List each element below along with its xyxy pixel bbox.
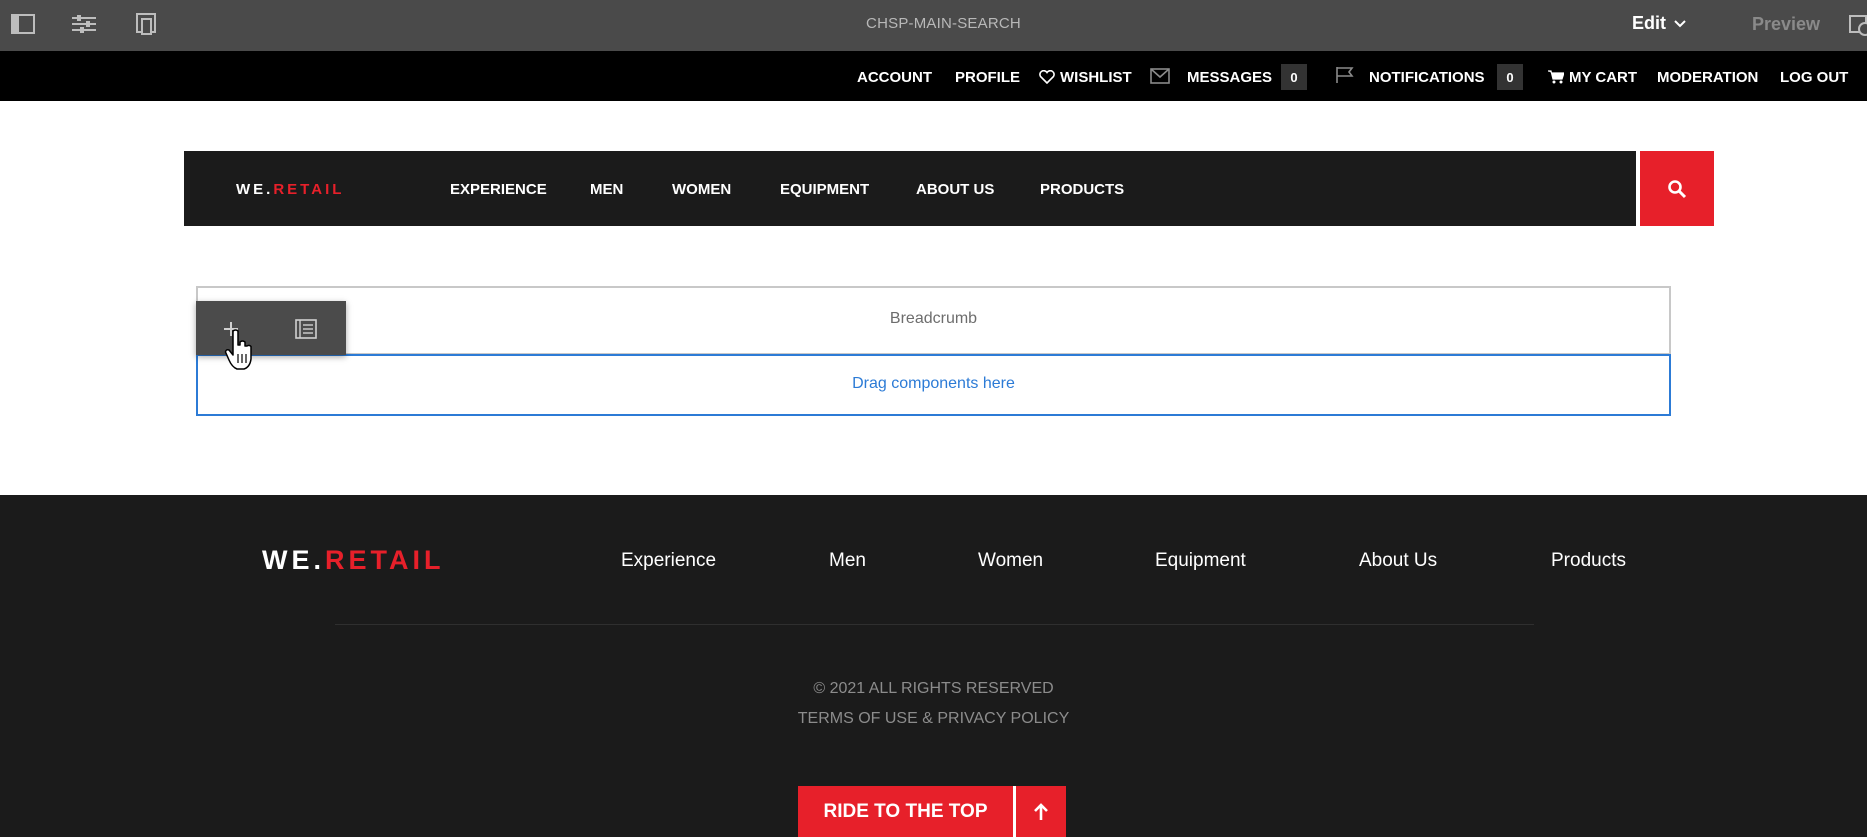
nav-link-women[interactable]: WOMEN xyxy=(672,181,731,198)
nav-link-about-us[interactable]: ABOUT US xyxy=(916,181,994,198)
heart-icon xyxy=(1039,70,1055,84)
notifications-link[interactable]: NOTIFICATIONS xyxy=(1369,68,1485,86)
footer-link-equipment[interactable]: Equipment xyxy=(1155,550,1246,572)
footer-link-women[interactable]: Women xyxy=(978,550,1043,572)
layout-list-icon xyxy=(295,319,317,339)
edit-mode-label: Edit xyxy=(1632,13,1666,33)
terms-privacy-link[interactable]: TERMS OF USE & PRIVACY POLICY xyxy=(0,710,1867,728)
preview-button[interactable]: Preview xyxy=(1752,14,1820,35)
edit-mode-dropdown[interactable]: Edit xyxy=(1632,13,1686,34)
logout-link[interactable]: LOG OUT xyxy=(1780,68,1848,86)
footer-logo[interactable]: WE.RETAIL xyxy=(262,545,445,576)
main-navigation: WE.RETAIL EXPERIENCE MEN WOMEN EQUIPMENT… xyxy=(184,151,1640,226)
user-account-bar: ACCOUNT PROFILE WISHLIST MESSAGES 0 NOTI… xyxy=(0,51,1867,101)
component-toolbar xyxy=(196,301,346,355)
arrow-up-icon xyxy=(1013,786,1066,837)
we-retail-logo[interactable]: WE.RETAIL xyxy=(236,181,344,198)
component-drop-zone[interactable]: Drag components here xyxy=(196,354,1671,416)
profile-link[interactable]: PROFILE xyxy=(955,68,1020,86)
breadcrumb-component[interactable]: Breadcrumb xyxy=(196,286,1671,355)
footer-divider xyxy=(335,624,1534,625)
footer-link-men[interactable]: Men xyxy=(829,550,866,572)
my-cart-link[interactable]: MY CART xyxy=(1548,68,1637,86)
back-to-top-button[interactable]: RIDE TO THE TOP xyxy=(798,786,1066,837)
moderation-link[interactable]: MODERATION xyxy=(1657,68,1758,86)
account-link[interactable]: ACCOUNT xyxy=(857,68,932,86)
wishlist-link[interactable]: WISHLIST xyxy=(1039,68,1132,86)
wishlist-label: WISHLIST xyxy=(1060,68,1132,86)
nav-link-equipment[interactable]: EQUIPMENT xyxy=(780,181,869,198)
footer-link-products[interactable]: Products xyxy=(1551,550,1626,572)
footer-logo-red: RETAIL xyxy=(325,545,445,575)
nav-link-experience[interactable]: EXPERIENCE xyxy=(450,181,547,198)
messages-count-badge: 0 xyxy=(1281,64,1307,90)
editor-toolbar: CHSP-MAIN-SEARCH Edit Preview xyxy=(0,0,1867,51)
cart-icon xyxy=(1548,70,1564,84)
annotations-icon[interactable] xyxy=(1848,14,1867,36)
breadcrumb-placeholder: Breadcrumb xyxy=(889,310,978,327)
footer-link-experience[interactable]: Experience xyxy=(621,550,716,572)
logo-text-red: RETAIL xyxy=(273,181,345,198)
back-to-top-label: RIDE TO THE TOP xyxy=(823,800,988,822)
footer-logo-white: WE. xyxy=(262,545,325,575)
chevron-down-icon xyxy=(1674,19,1686,27)
logo-text-white: WE. xyxy=(236,181,274,198)
search-button[interactable] xyxy=(1640,151,1714,226)
flag-icon xyxy=(1336,67,1354,83)
my-cart-label: MY CART xyxy=(1569,68,1638,86)
hand-cursor-icon xyxy=(224,329,252,370)
drop-zone-label: Drag components here xyxy=(852,375,1015,392)
copyright-text: © 2021 ALL RIGHTS RESERVED xyxy=(813,680,1054,697)
nav-link-products[interactable]: PRODUCTS xyxy=(1040,181,1124,198)
notifications-count-badge: 0 xyxy=(1497,64,1523,90)
page-title: CHSP-MAIN-SEARCH xyxy=(866,15,1021,32)
search-icon xyxy=(1668,179,1687,198)
nav-link-men[interactable]: MEN xyxy=(590,181,623,198)
envelope-icon xyxy=(1150,68,1170,84)
paste-component-button[interactable] xyxy=(291,314,321,344)
messages-link[interactable]: MESSAGES xyxy=(1187,68,1272,86)
footer-link-about-us[interactable]: About Us xyxy=(1359,550,1437,572)
